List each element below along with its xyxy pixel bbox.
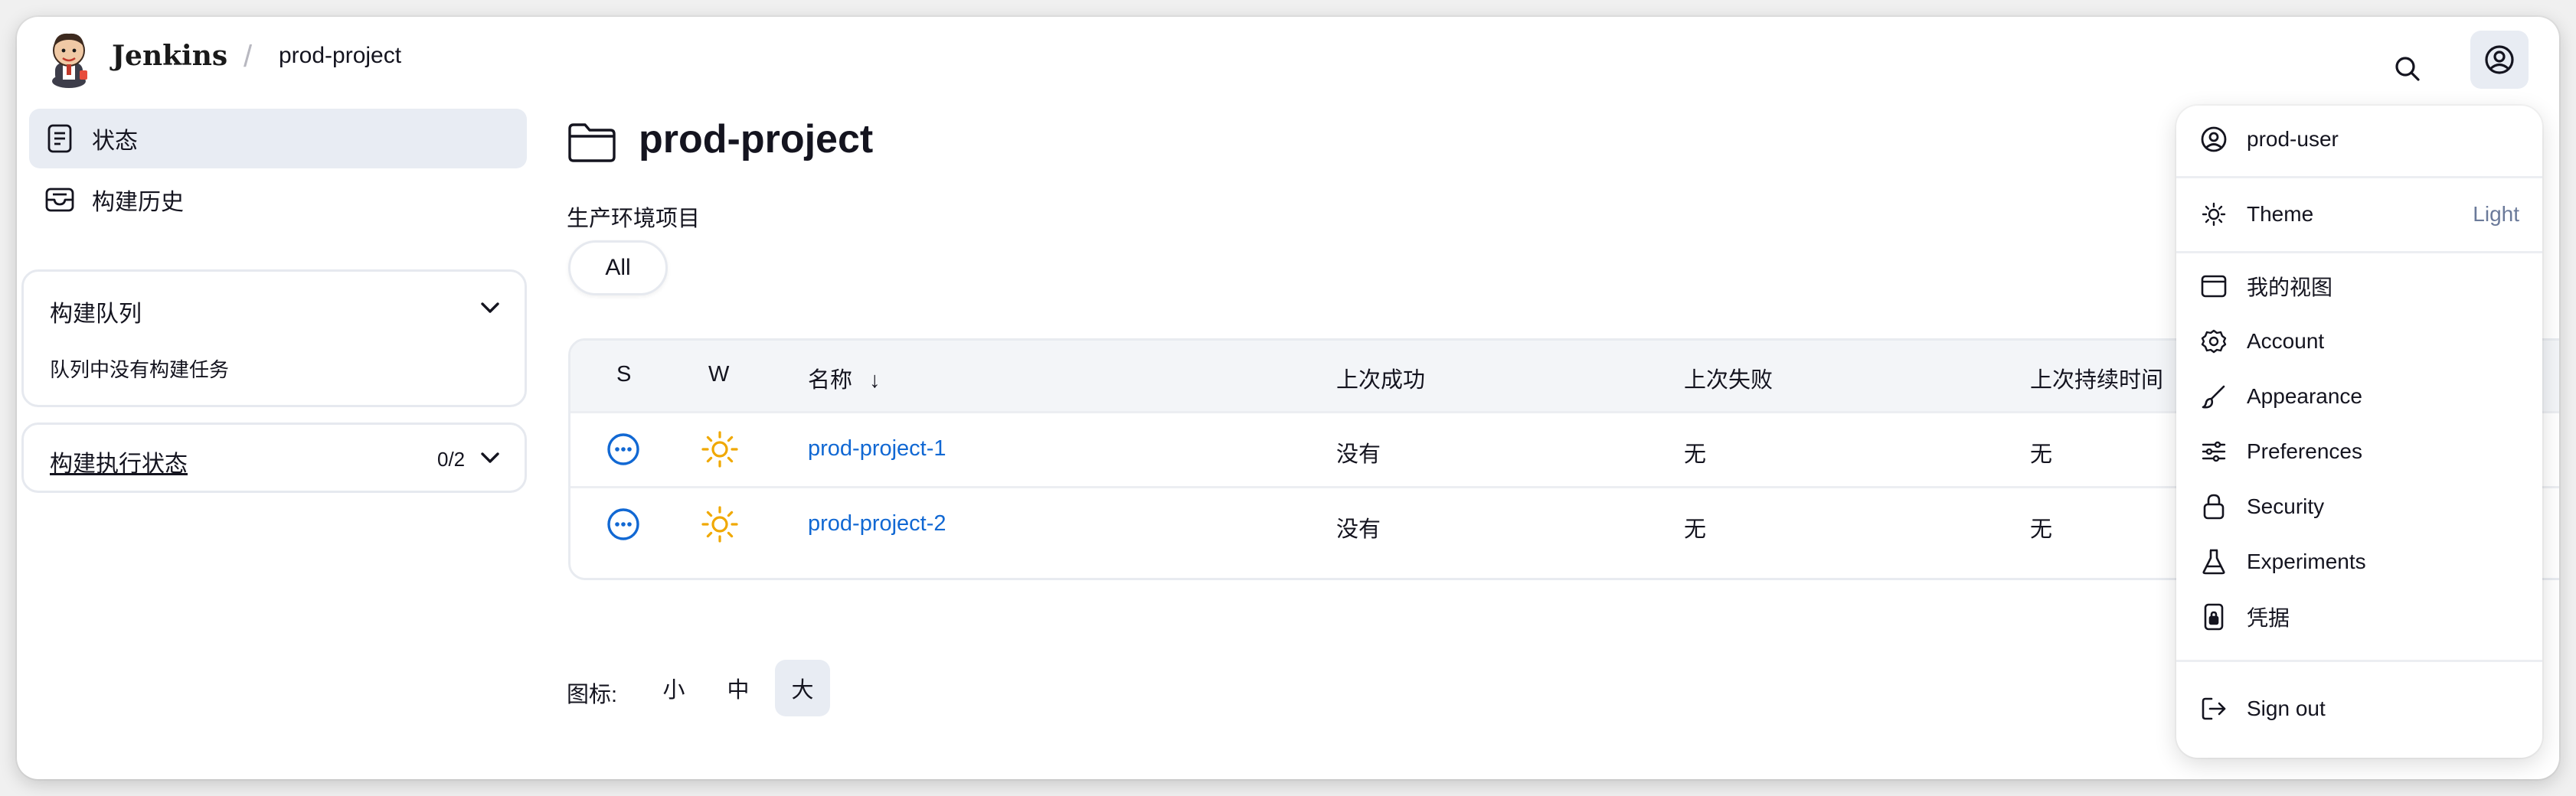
flask-icon — [2199, 547, 2228, 576]
menu-item-experiments[interactable]: Experiments — [2176, 539, 2542, 585]
menu-item-appearance[interactable]: Appearance — [2176, 374, 2542, 419]
search-button[interactable] — [2378, 40, 2437, 98]
status-pending-icon[interactable] — [604, 505, 642, 543]
sign-out-icon — [2199, 694, 2228, 723]
last-success-cell: 没有 — [1336, 442, 1381, 467]
breadcrumb-separator: / — [244, 40, 253, 73]
window-icon — [2199, 272, 2228, 301]
column-header-status[interactable]: S — [616, 362, 631, 387]
gear-icon — [2199, 327, 2228, 356]
menu-item-label: 凭据 — [2247, 606, 2290, 630]
menu-divider — [2176, 660, 2542, 662]
icon-size-small[interactable]: 小 — [646, 660, 701, 716]
column-header-last-success[interactable]: 上次成功 — [1336, 362, 1425, 394]
brand-name[interactable]: Jenkins — [112, 40, 227, 72]
build-queue-panel: 构建队列 队列中没有构建任务 — [21, 269, 527, 407]
column-header-name[interactable]: 名称 ↓ — [808, 362, 881, 394]
build-queue-empty-text: 队列中没有构建任务 — [50, 358, 230, 381]
chevron-down-icon[interactable] — [479, 449, 502, 466]
menu-item-security[interactable]: Security — [2176, 484, 2542, 530]
user-menu-button[interactable] — [2470, 31, 2529, 89]
menu-item-preferences[interactable]: Preferences — [2176, 429, 2542, 475]
column-header-name-label: 名称 — [808, 368, 853, 393]
sidebar-item-label: 状态 — [92, 129, 138, 154]
last-success-cell: 没有 — [1336, 517, 1381, 542]
menu-item-label: Theme — [2247, 202, 2314, 226]
weather-sunny-icon[interactable] — [701, 505, 739, 543]
menu-item-label: Experiments — [2247, 550, 2366, 573]
menu-item-sign-out[interactable]: Sign out — [2176, 686, 2542, 732]
user-circle-icon — [2199, 125, 2228, 154]
user-circle-icon — [2483, 44, 2516, 76]
icon-size-label: 图标: — [567, 683, 618, 707]
weather-sunny-icon[interactable] — [701, 430, 739, 468]
executor-status-link[interactable]: 构建执行状态 — [50, 445, 188, 478]
brush-icon — [2199, 382, 2228, 411]
build-queue-title[interactable]: 构建队列 — [50, 295, 142, 328]
menu-divider — [2176, 251, 2542, 253]
menu-divider — [2176, 176, 2542, 178]
column-header-weather[interactable]: W — [708, 362, 729, 387]
menu-item-my-views[interactable]: 我的视图 — [2176, 263, 2542, 309]
icon-size-large[interactable]: 大 — [775, 660, 830, 716]
menu-item-label: 我的视图 — [2247, 276, 2333, 299]
menu-item-label: Sign out — [2247, 696, 2326, 720]
project-description: 生产环境项目 — [567, 207, 701, 231]
menu-item-label: prod-user — [2247, 127, 2339, 151]
job-link[interactable]: prod-project-1 — [808, 436, 946, 462]
jenkins-logo-icon[interactable] — [46, 28, 92, 89]
page-title: prod-project — [639, 117, 874, 161]
inbox-icon — [44, 184, 75, 215]
last-duration-cell: 无 — [2030, 517, 2053, 542]
menu-item-credentials[interactable]: 凭据 — [2176, 594, 2542, 640]
sidebar-item-label: 构建历史 — [92, 190, 184, 215]
theme-value: Light — [2473, 202, 2519, 226]
last-failure-cell: 无 — [1684, 442, 1707, 467]
menu-item-label: Account — [2247, 329, 2325, 353]
document-icon — [44, 123, 75, 154]
folder-icon — [567, 121, 617, 164]
sidebar-item-build-history[interactable]: 构建历史 — [29, 170, 527, 230]
search-icon — [2392, 54, 2423, 84]
column-header-last-failure[interactable]: 上次失败 — [1684, 362, 1773, 394]
phone-key-icon — [2199, 602, 2228, 631]
last-failure-cell: 无 — [1684, 517, 1707, 542]
menu-item-label: Security — [2247, 494, 2325, 518]
last-duration-cell: 无 — [2030, 442, 2053, 467]
jenkins-window: Jenkins / prod-project 状态 构建历史 构建队列 队列中没… — [17, 17, 2559, 779]
menu-item-account[interactable]: Account — [2176, 318, 2542, 364]
tab-all[interactable]: All — [568, 240, 668, 295]
executor-count: 0/2 — [437, 448, 466, 471]
chevron-down-icon[interactable] — [479, 299, 502, 316]
sun-icon — [2199, 200, 2228, 229]
menu-item-label: Preferences — [2247, 439, 2362, 463]
menu-item-theme[interactable]: Theme Light — [2176, 191, 2542, 237]
breadcrumb-project[interactable]: prod-project — [279, 43, 401, 69]
sidebar-item-status[interactable]: 状态 — [29, 109, 527, 168]
job-link[interactable]: prod-project-2 — [808, 511, 946, 537]
menu-item-username[interactable]: prod-user — [2176, 116, 2542, 162]
user-dropdown-menu: prod-user Theme Light 我的视图 Account Appea… — [2176, 106, 2542, 758]
icon-size-medium[interactable]: 中 — [711, 660, 766, 716]
column-header-last-duration[interactable]: 上次持续时间 — [2030, 362, 2163, 394]
lock-icon — [2199, 492, 2228, 521]
status-pending-icon[interactable] — [604, 430, 642, 468]
sliders-icon — [2199, 437, 2228, 466]
menu-item-label: Appearance — [2247, 384, 2363, 408]
executor-status-panel: 构建执行状态 0/2 — [21, 422, 527, 493]
sort-arrow-down-icon: ↓ — [869, 368, 881, 393]
